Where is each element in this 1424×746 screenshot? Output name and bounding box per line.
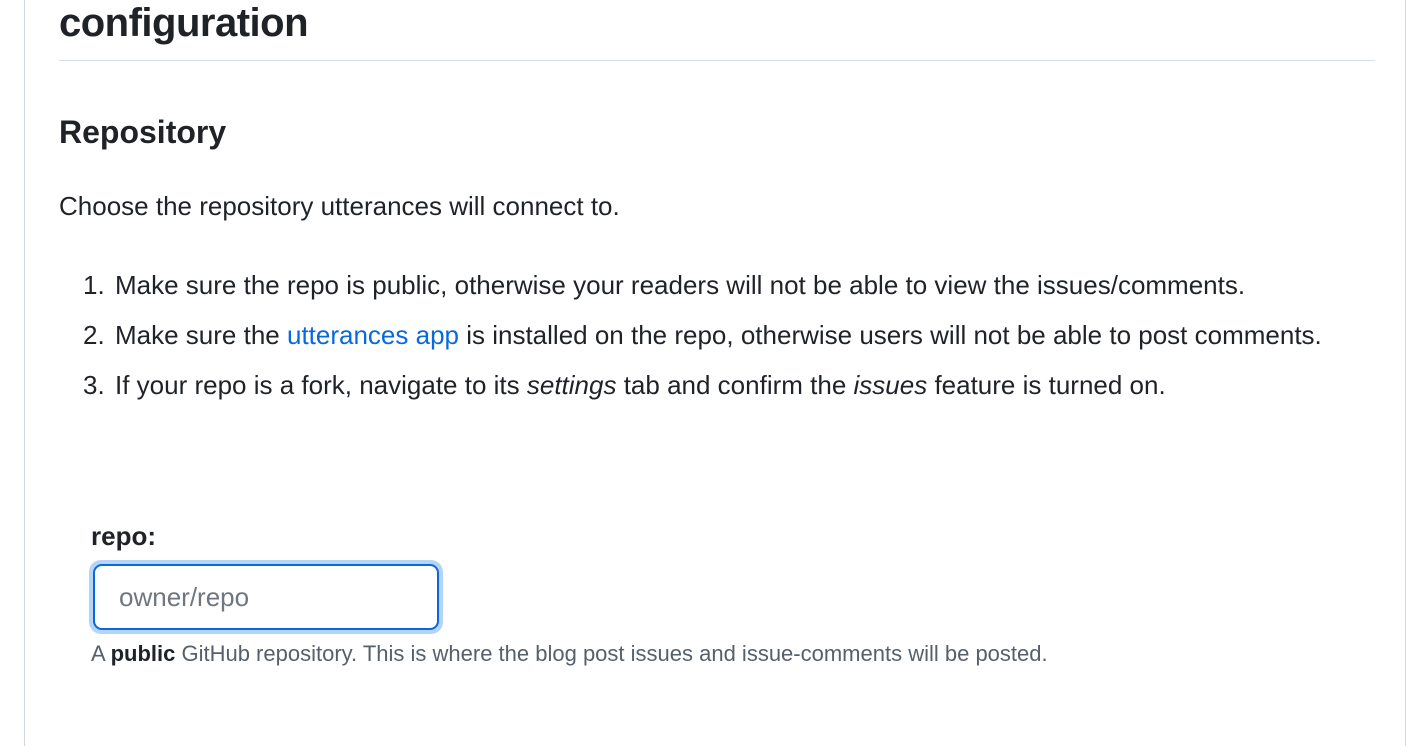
step-text-part-1: If your repo is a fork, navigate to its — [115, 370, 527, 400]
title-divider — [59, 60, 1375, 61]
repository-intro: Choose the repository utterances will co… — [59, 191, 620, 221]
repo-input-focus-ring — [89, 560, 443, 634]
step-number: 3. — [83, 370, 105, 400]
step-item-1: 1. Make sure the repo is public, otherwi… — [59, 264, 1375, 306]
hint-strong-public: public — [110, 641, 176, 666]
repo-input[interactable] — [93, 564, 439, 630]
repo-field-hint: A public GitHub repository. This is wher… — [91, 640, 1048, 668]
repository-steps-list: 1. Make sure the repo is public, otherwi… — [59, 264, 1375, 414]
step-number: 2. — [83, 320, 105, 350]
step-text-after-link: is installed on the repo, otherwise user… — [459, 320, 1322, 350]
repository-heading: Repository — [59, 114, 227, 150]
step-item-2: 2. Make sure the utterances app is insta… — [59, 314, 1375, 356]
utterances-app-link[interactable]: utterances app — [287, 320, 459, 350]
settings-emphasis: settings — [526, 370, 617, 400]
step-number: 1. — [83, 270, 105, 300]
page-title: configuration — [59, 1, 309, 45]
issues-emphasis: issues — [853, 370, 928, 400]
step-text-part-3: feature is turned on. — [927, 370, 1166, 400]
step-text: Make sure the repo is public, otherwise … — [115, 270, 1246, 300]
step-item-3: 3. If your repo is a fork, navigate to i… — [59, 364, 1375, 406]
hint-prefix: A — [91, 641, 111, 666]
hint-suffix: GitHub repository. This is where the blo… — [175, 641, 1048, 666]
main-content-panel: configuration Repository Choose the repo… — [24, 0, 1406, 746]
step-text-before-link: Make sure the — [115, 320, 287, 350]
step-text-part-2: tab and confirm the — [616, 370, 854, 400]
repo-field-label: repo: — [91, 521, 156, 551]
